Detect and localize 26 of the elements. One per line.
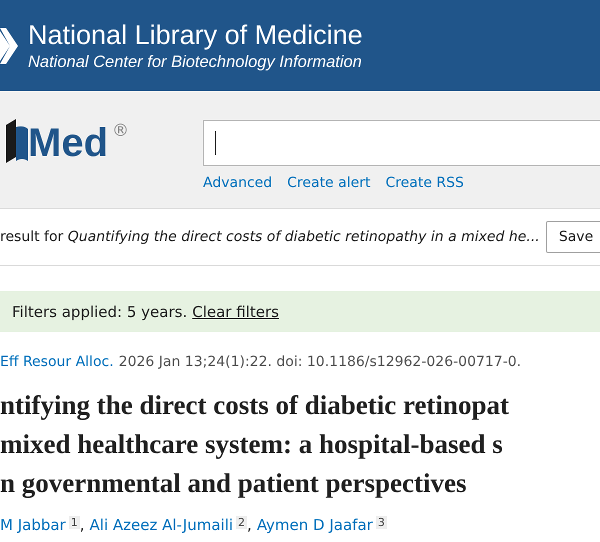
author-separator: , [247,516,252,534]
article-title-line: mixed healthcare system: a hospital-based s [0,428,504,461]
author-link[interactable]: M Jabbar [0,516,66,534]
search-link[interactable]: Create alert [287,175,370,191]
site-title: National Library of Medicine [28,18,363,50]
site-subtitle: National Center for Biotechnology Information [28,52,363,72]
filters-text: Filters applied: 5 years. [12,302,188,320]
citation-details: 2026 Jan 13;24(1):22. doi: 10.1186/s12962-026-00717-0. [118,354,522,370]
article-title-line: n governmental and patient perspectives [0,467,468,500]
article-title-line: ntifying the direct costs of diabetic retinopat [0,389,510,422]
author-link[interactable]: Ali Azeez Al-Jumaili [90,516,234,534]
search-link[interactable]: Advanced [203,175,272,191]
author-separator: , [80,516,85,534]
search-field[interactable] [203,120,600,166]
save-button[interactable]: Save [546,221,600,253]
affiliation-number[interactable]: 2 [236,516,248,529]
author-link[interactable]: Aymen D Jaafar [256,516,373,534]
search-link[interactable]: Create RSS [385,175,464,191]
registered-mark: ® [112,121,129,141]
affiliation-number[interactable]: 1 [68,516,80,529]
affiliation-number[interactable]: 3 [376,516,387,529]
logo-text: Med [28,121,108,165]
clear-filters-link[interactable]: Clear filters [192,302,279,320]
journal-link[interactable]: Eff Resour Alloc. [0,354,114,370]
chevron-logo-icon [0,26,18,66]
result-summary: result for Quantifying the direct costs of diabetic retinopathy in a mixed he... [0,229,540,245]
